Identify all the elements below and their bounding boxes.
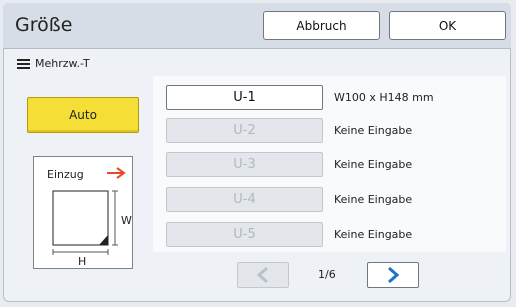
page-title: Größe <box>15 14 73 36</box>
size-button-u1[interactable]: U-1 <box>166 85 323 110</box>
size-button-u3[interactable]: U-3 <box>166 152 323 177</box>
chevron-right-icon <box>388 266 400 284</box>
size-desc-u3: Keine Eingabe <box>334 158 413 171</box>
size-button-u4[interactable]: U-4 <box>166 187 323 212</box>
auto-button[interactable]: Auto <box>27 97 139 133</box>
mode-label: Mehrzw.-T <box>35 57 90 70</box>
paper-size-diagram <box>52 167 126 255</box>
prev-page-button[interactable] <box>237 262 289 288</box>
size-desc-u4: Keine Eingabe <box>334 193 413 206</box>
size-button-u2[interactable]: U-2 <box>166 118 323 143</box>
height-label: H <box>78 255 87 268</box>
next-page-button[interactable] <box>367 262 419 288</box>
mode-indicator: Mehrzw.-T <box>17 57 90 70</box>
size-desc-u5: Keine Eingabe <box>334 228 413 241</box>
page-indicator: 1/6 <box>318 268 336 281</box>
width-label: W <box>121 214 132 227</box>
size-desc-u1: W100 x H148 mm <box>334 91 434 104</box>
cancel-button[interactable]: Abbruch <box>263 11 380 40</box>
list-icon <box>17 58 30 69</box>
chevron-left-icon <box>256 266 268 284</box>
size-desc-u2: Keine Eingabe <box>334 124 413 137</box>
paper-diagram: Einzug W H <box>33 156 133 269</box>
size-button-u5[interactable]: U-5 <box>166 222 323 247</box>
feed-arrow-icon <box>107 167 126 179</box>
ok-button[interactable]: OK <box>389 11 506 40</box>
